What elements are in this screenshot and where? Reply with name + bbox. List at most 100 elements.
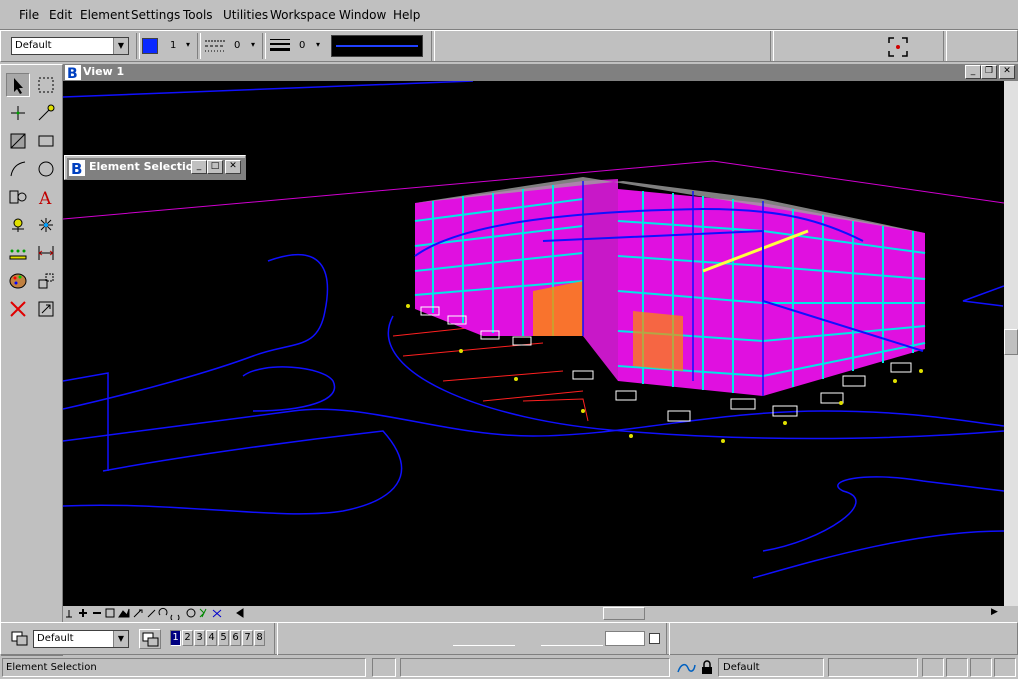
menu-workspace[interactable]: Workspace <box>270 8 336 22</box>
chevron-down-icon[interactable]: ▼ <box>113 38 128 54</box>
chevron-down-icon[interactable]: ▼ <box>113 631 128 647</box>
dialog-minimize-button[interactable]: _ <box>191 160 207 174</box>
divider <box>770 31 774 61</box>
active-level-value: Default <box>723 662 760 673</box>
smartline-tool[interactable] <box>34 101 58 125</box>
road-curve <box>242 366 336 412</box>
level-combo[interactable]: Default ▼ <box>11 37 129 55</box>
menu-file[interactable]: File <box>19 8 39 22</box>
fence-icon <box>38 77 54 93</box>
line-style-icon[interactable] <box>204 38 226 54</box>
view-7-button[interactable]: 7 <box>242 630 253 646</box>
attributes-toolbar: Default ▼ 1 ▾ 0 ▾ 0 ▾ <box>0 30 1018 62</box>
element-selection-dialog[interactable]: B Element Selection _ □ ✕ <box>64 155 246 180</box>
divider <box>943 31 947 61</box>
line-weight-icon[interactable] <box>269 37 291 55</box>
status-message-pane: Element Selection <box>2 658 366 677</box>
view-4-button[interactable]: 4 <box>206 630 217 646</box>
status-pane <box>372 658 396 677</box>
dimension-tool[interactable] <box>6 241 30 265</box>
road-curve <box>63 254 329 410</box>
line-preview <box>331 35 423 57</box>
paint-tool[interactable] <box>6 269 30 293</box>
view-level-combo[interactable]: Default ▼ <box>33 630 129 648</box>
status-prompt-pane <box>400 658 670 677</box>
lock-icon[interactable] <box>700 660 714 675</box>
point-tool[interactable] <box>34 213 58 237</box>
cell-tool[interactable] <box>6 185 30 209</box>
arc-tool[interactable] <box>6 157 30 181</box>
fence-tool[interactable] <box>34 73 58 97</box>
dialog-title: Element Selection <box>89 160 202 173</box>
horizontal-scroll-thumb[interactable] <box>603 607 645 620</box>
active-level-pane: Default <box>718 658 824 677</box>
divider <box>197 33 201 59</box>
view-5-button[interactable]: 5 <box>218 630 229 646</box>
road-edge <box>962 285 1004 307</box>
menu-window[interactable]: Window <box>339 8 386 22</box>
snap-mode-icon[interactable] <box>676 661 696 675</box>
menu-settings[interactable]: Settings <box>131 8 180 22</box>
scale-icon <box>38 301 54 317</box>
element-selection-tool[interactable] <box>6 73 30 97</box>
close-icon: ✕ <box>1003 66 1011 76</box>
level-value: Default <box>15 40 52 51</box>
weight-index: 0 <box>299 40 306 51</box>
menu-element[interactable]: Element <box>80 8 130 22</box>
divider <box>136 33 140 59</box>
view-2-button[interactable]: 2 <box>182 630 193 646</box>
minimize-icon: _ <box>196 161 202 171</box>
view-controls[interactable] <box>65 607 255 623</box>
text-tool[interactable]: A <box>34 185 58 209</box>
chevron-down-icon[interactable]: ▾ <box>316 40 320 49</box>
divider <box>541 645 603 646</box>
dialog-close-button[interactable]: ✕ <box>225 160 241 174</box>
place-point-icon <box>11 106 25 120</box>
menu-utilities[interactable]: Utilities <box>223 8 268 22</box>
menu-tools[interactable]: Tools <box>183 8 213 22</box>
scale-tool[interactable] <box>34 297 58 321</box>
place-block-tool[interactable] <box>6 129 30 153</box>
delete-tool[interactable] <box>6 297 30 321</box>
element-selection-icon <box>14 78 23 94</box>
road-curve <box>762 476 1004 552</box>
chevron-down-icon[interactable]: ▾ <box>251 40 255 49</box>
scroll-right-arrow-icon[interactable]: ▶ <box>991 607 1003 620</box>
view-1-button[interactable]: 1 <box>170 630 181 646</box>
restore-button[interactable]: ❐ <box>981 65 997 79</box>
view-checkbox[interactable] <box>649 633 660 644</box>
paint-icon <box>9 273 27 289</box>
view-6-button[interactable]: 6 <box>230 630 241 646</box>
view-8-button[interactable]: 8 <box>254 630 265 646</box>
tag-tool[interactable] <box>6 213 30 237</box>
site-boundary <box>63 81 474 98</box>
accudraw-icon[interactable] <box>887 36 909 58</box>
shape-tool[interactable] <box>34 129 58 153</box>
color-swatch[interactable] <box>142 38 158 54</box>
view-window-title: View 1 <box>83 65 125 78</box>
minimize-button[interactable]: _ <box>965 65 981 79</box>
view-3-button[interactable]: 3 <box>194 630 205 646</box>
measure-tool[interactable] <box>34 241 58 265</box>
smartline-icon <box>38 104 55 121</box>
close-button[interactable]: ✕ <box>999 65 1015 79</box>
maximize-icon: □ <box>210 161 220 171</box>
circle-tool[interactable] <box>34 157 58 181</box>
dimension-icon <box>9 249 27 260</box>
dialog-maximize-button[interactable]: □ <box>207 160 223 174</box>
place-point-tool[interactable] <box>6 101 30 125</box>
menu-edit[interactable]: Edit <box>49 8 72 22</box>
building-model <box>406 177 926 443</box>
color-index: 1 <box>170 40 177 51</box>
view-input-field[interactable] <box>605 631 645 646</box>
vertical-scroll-thumb[interactable] <box>1004 329 1018 355</box>
chevron-down-icon[interactable]: ▾ <box>186 40 190 49</box>
copy-tool[interactable] <box>34 269 58 293</box>
menu-help[interactable]: Help <box>393 8 420 22</box>
point-icon <box>39 218 53 232</box>
view-window-titlebar[interactable]: B View 1 _ ❐ ✕ <box>63 64 1018 81</box>
view-groups-button[interactable] <box>139 629 161 649</box>
circle-icon <box>38 161 54 177</box>
vertical-scrollbar[interactable] <box>1004 81 1018 606</box>
svg-text:B: B <box>71 160 82 176</box>
